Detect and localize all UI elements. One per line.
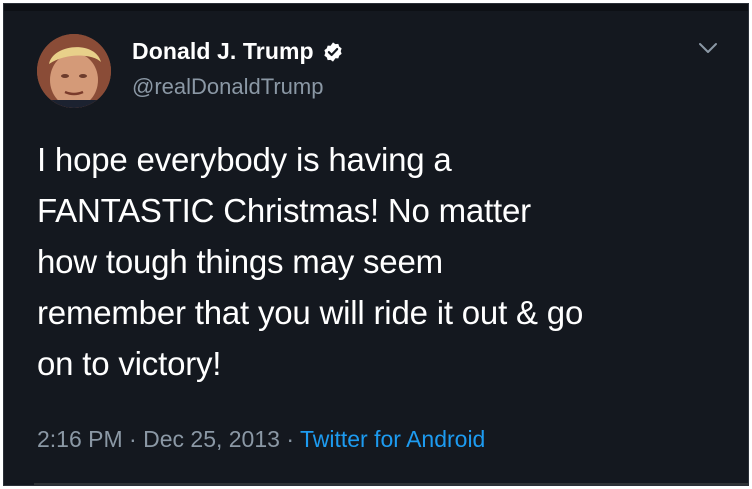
author-row: Donald J. Trump — [132, 38, 344, 65]
author-handle[interactable]: @realDonaldTrump — [132, 74, 323, 100]
meta-separator: · — [286, 426, 294, 452]
author-name[interactable]: Donald J. Trump — [132, 38, 314, 65]
tweet-date[interactable]: Dec 25, 2013 — [143, 426, 280, 452]
tweet-text: I hope everybody is having a FANTASTIC C… — [37, 134, 727, 389]
tweet-text-line: how tough things may seem — [37, 243, 443, 280]
avatar-portrait-icon — [37, 34, 111, 108]
top-edge — [4, 4, 748, 11]
meta-separator: · — [129, 426, 137, 452]
tweet-time[interactable]: 2:16 PM — [37, 426, 123, 452]
tweet-meta: 2:16 PM · Dec 25, 2013 · Twitter for And… — [37, 426, 485, 453]
chevron-down-icon[interactable] — [694, 38, 722, 58]
tweet-text-line: on to victory! — [37, 345, 222, 382]
verified-badge-icon — [322, 41, 344, 63]
tweet-card: Donald J. Trump @realDonaldTrump I hope … — [3, 3, 749, 486]
tweet-source-link[interactable]: Twitter for Android — [300, 426, 485, 452]
avatar[interactable] — [37, 34, 111, 108]
tweet-text-line: FANTASTIC Christmas! No matter — [37, 192, 531, 229]
bottom-divider — [34, 483, 748, 485]
tweet-text-line: I hope everybody is having a — [37, 141, 452, 178]
tweet-text-line: remember that you will ride it out & go — [37, 294, 584, 331]
